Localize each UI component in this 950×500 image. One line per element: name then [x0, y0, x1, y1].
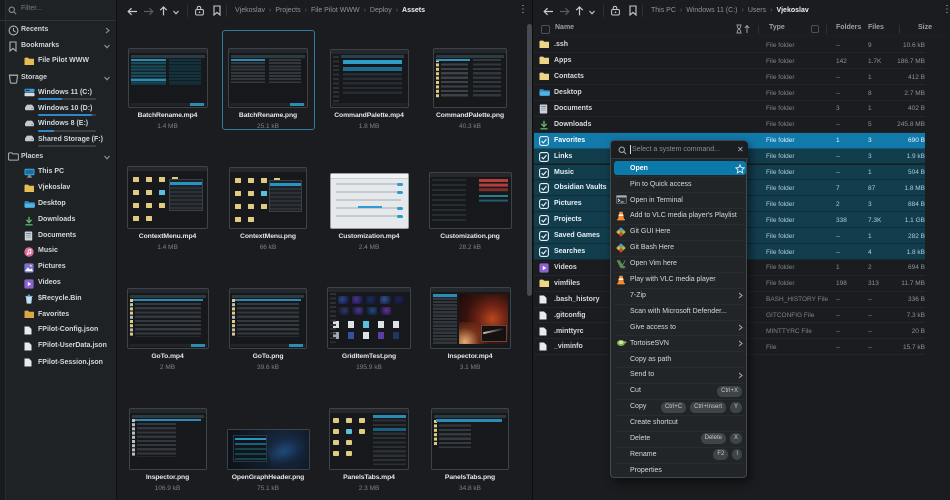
svg-text:m: m — [622, 264, 626, 269]
